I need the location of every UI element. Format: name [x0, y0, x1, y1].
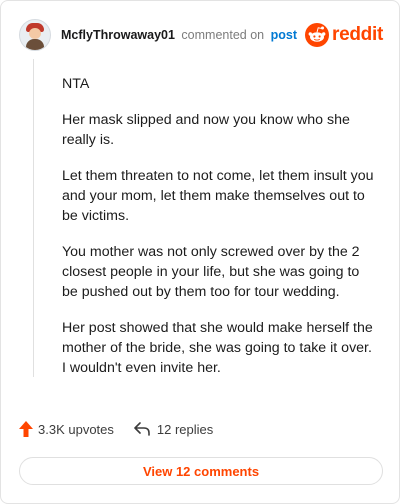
upvote-button[interactable]: 3.3K upvotes	[19, 421, 114, 437]
comment-header: McflyThrowaway01 commented on post reddi…	[19, 19, 383, 51]
comment-paragraph: NTA	[62, 76, 90, 92]
comment-paragraph: Let them threaten to not come, let them …	[62, 168, 374, 224]
replies-count: 12 replies	[156, 421, 214, 437]
reply-arrow-icon	[134, 422, 150, 436]
comment-paragraph: Her post showed that she would make hers…	[62, 320, 373, 376]
avatar-body	[26, 39, 44, 50]
reddit-logo-icon	[305, 23, 330, 47]
reddit-wordmark: reddit	[332, 24, 383, 45]
comment-paragraph: You mother was not only screwed over by …	[62, 244, 360, 300]
comment-body: NTA Her mask slipped and now you know wh…	[62, 74, 378, 394]
upvote-count: 3.3K upvotes	[38, 421, 114, 437]
user-avatar[interactable]	[19, 19, 51, 51]
avatar-face	[29, 28, 41, 39]
post-link[interactable]: post	[271, 28, 297, 42]
commented-on-text: commented on	[181, 28, 265, 42]
comment-actions: 3.3K upvotes 12 replies	[19, 421, 213, 437]
reddit-brand[interactable]: reddit	[305, 23, 383, 47]
upvote-arrow-icon	[19, 421, 33, 437]
username-link[interactable]: McflyThrowaway01	[61, 28, 175, 42]
comment-card: McflyThrowaway01 commented on post reddi…	[0, 0, 400, 504]
comment-meta: McflyThrowaway01 commented on post	[61, 28, 297, 42]
comment-paragraph: Her mask slipped and now you know who sh…	[62, 112, 350, 148]
replies-button[interactable]: 12 replies	[134, 422, 213, 437]
thread-line	[33, 59, 34, 377]
view-comments-button[interactable]: View 12 comments	[19, 457, 383, 485]
